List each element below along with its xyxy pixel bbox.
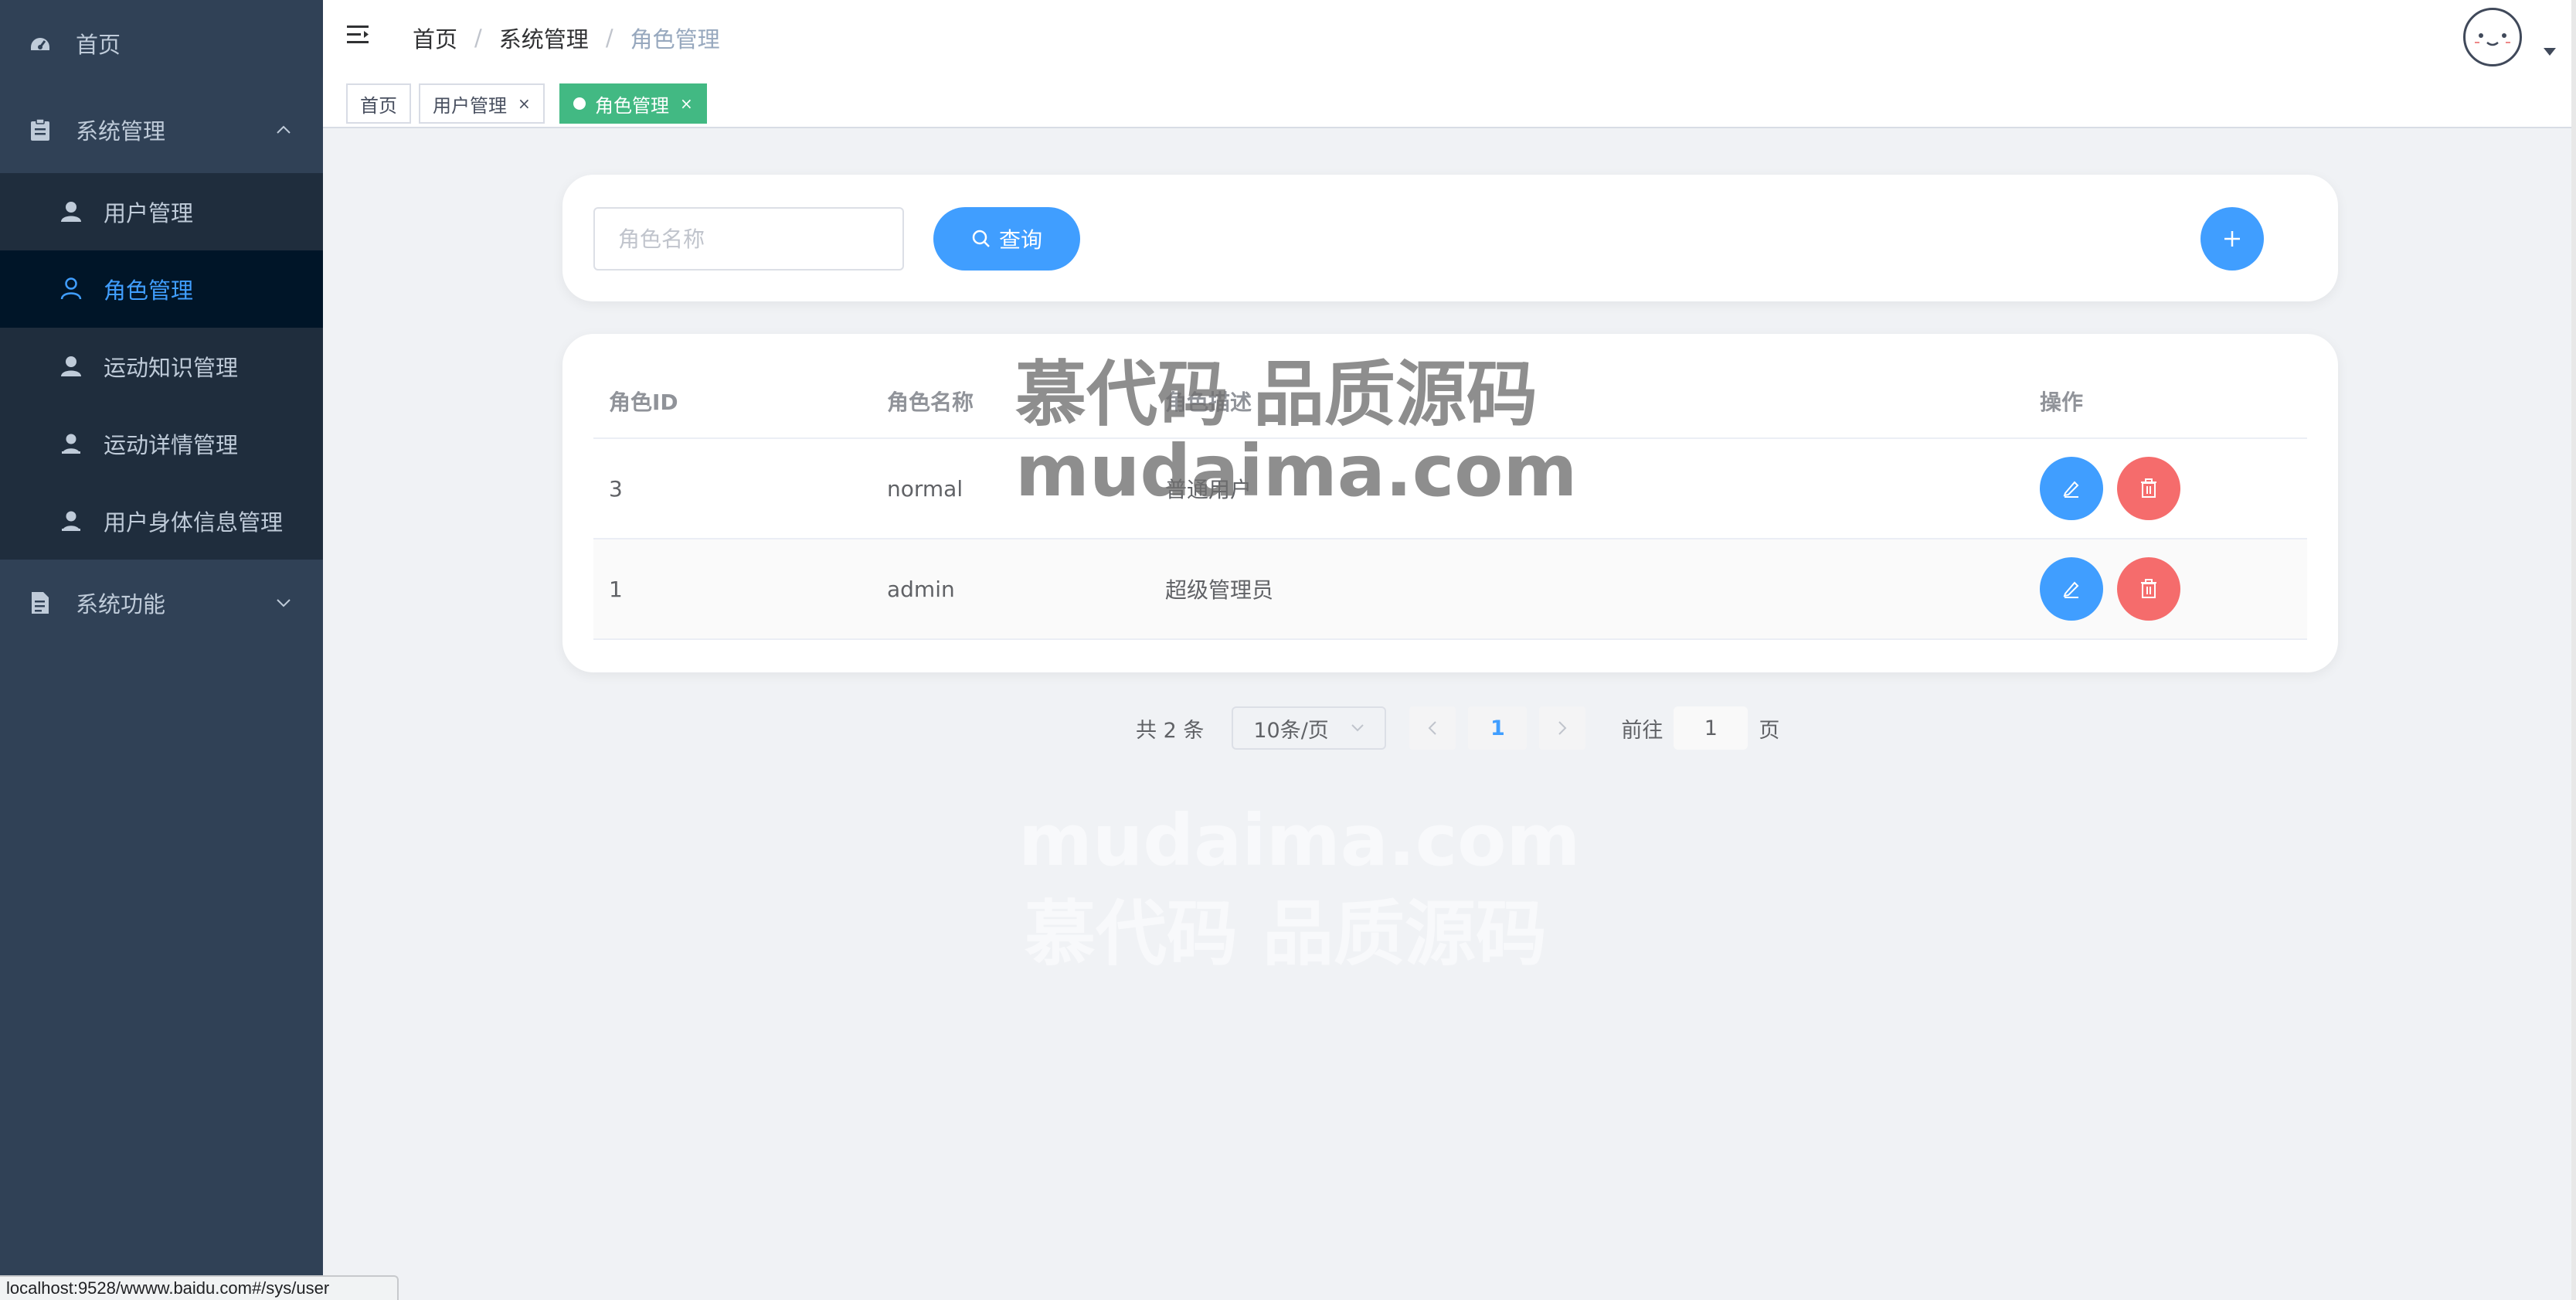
- active-dot-icon: [573, 97, 586, 110]
- sidebar-item-label: 用户管理: [104, 200, 194, 226]
- chevron-left-icon: [1428, 721, 1437, 735]
- breadcrumb-current: 角色管理: [630, 26, 720, 53]
- cell-actions: [2040, 439, 2194, 538]
- edit-button[interactable]: [2040, 457, 2103, 520]
- menu-label-system-management: 系统管理: [76, 118, 166, 145]
- status-bar-url: localhost:9528/wwww.baidu.com#/sys/user: [0, 1275, 399, 1300]
- query-button[interactable]: 查询: [933, 207, 1080, 271]
- close-icon[interactable]: ×: [680, 94, 693, 113]
- search-card: 查询: [562, 175, 2338, 301]
- cell-actions: [2040, 539, 2194, 638]
- menu-label-home: 首页: [76, 32, 121, 58]
- edit-button[interactable]: [2040, 557, 2103, 621]
- chevron-down-icon: [1351, 724, 1364, 732]
- avatar[interactable]: [2463, 8, 2522, 66]
- menu-item-system-functions[interactable]: 系统功能: [0, 560, 323, 646]
- user-tie-icon: [59, 509, 83, 533]
- page-goto: 前往 页: [1621, 706, 1779, 750]
- watermark-faint-cn: 慕代码 品质源码: [1025, 893, 1548, 975]
- hamburger-icon[interactable]: [346, 22, 377, 53]
- menu-item-home[interactable]: 首页: [0, 0, 323, 87]
- cell-role-desc: 超级管理员: [1165, 577, 1274, 603]
- cell-role-id: 3: [609, 475, 623, 502]
- close-icon[interactable]: ×: [518, 94, 531, 113]
- next-page-button[interactable]: [1539, 706, 1586, 750]
- table-row: 1 admin 超级管理员: [593, 539, 2307, 640]
- menu-item-system-management[interactable]: 系统管理: [0, 87, 323, 173]
- tag-home[interactable]: 首页: [346, 83, 411, 124]
- document-icon: [28, 590, 53, 615]
- pagination-total: 共 2 条: [1136, 718, 1205, 743]
- menu-label-system-functions: 系统功能: [76, 591, 166, 618]
- sidebar-item-exercise-knowledge[interactable]: 运动知识管理: [0, 328, 323, 405]
- prev-page-button[interactable]: [1409, 706, 1456, 750]
- user-icon: [59, 354, 83, 379]
- tag-role-management[interactable]: 角色管理 ×: [559, 83, 707, 124]
- clipboard-icon: [28, 117, 53, 142]
- tag-user-management[interactable]: 用户管理 ×: [419, 83, 545, 124]
- query-label: 查询: [998, 227, 1042, 253]
- edit-icon: [2063, 581, 2079, 598]
- breadcrumb-home[interactable]: 首页: [413, 22, 457, 54]
- sidebar: 首页 系统管理 用户管理 角色管理 运动知识管理 运动详情管理 用户身体信息管理…: [0, 0, 323, 1300]
- chevron-up-icon: [275, 121, 292, 138]
- sidebar-item-label: 角色管理: [104, 277, 194, 304]
- breadcrumb-system-management[interactable]: 系统管理: [499, 22, 589, 54]
- cell-role-id: 1: [609, 576, 623, 602]
- delete-button[interactable]: [2117, 557, 2180, 621]
- sidebar-item-label: 用户身体信息管理: [104, 509, 284, 536]
- table-header: 角色ID 角色名称 角色描述 操作: [593, 365, 2307, 439]
- sidebar-item-label: 运动详情管理: [104, 432, 239, 458]
- chevron-down-icon: [275, 594, 292, 611]
- role-name-input[interactable]: [593, 207, 904, 271]
- table-row: 3 normal 普通用户: [593, 439, 2307, 539]
- delete-button[interactable]: [2117, 457, 2180, 520]
- page-number-current[interactable]: 1: [1468, 706, 1528, 750]
- goto-suffix: 页: [1759, 718, 1780, 743]
- navbar: 首页 / 系统管理 / 角色管理: [323, 0, 2576, 76]
- breadcrumb: 首页 / 系统管理 / 角色管理: [413, 22, 720, 54]
- cell-role-name: normal: [887, 475, 963, 502]
- scrollbar[interactable]: [2571, 0, 2576, 1300]
- goto-label: 前往: [1621, 718, 1664, 743]
- cell-role-name: admin: [887, 576, 955, 602]
- page-size-select[interactable]: 10条/页: [1232, 706, 1387, 750]
- goto-page-input[interactable]: [1674, 706, 1748, 750]
- pagination: 共 2 条 10条/页 1 前往 页: [1136, 706, 1779, 750]
- sidebar-item-exercise-details[interactable]: 运动详情管理: [0, 405, 323, 482]
- header-role-desc: 角色描述: [1165, 390, 1252, 415]
- role-table: 角色ID 角色名称 角色描述 操作 3 normal 普通用户 1 admin …: [593, 365, 2307, 640]
- search-icon: [971, 229, 991, 249]
- user-icon: [59, 199, 83, 224]
- cell-role-desc: 普通用户: [1165, 477, 1252, 502]
- add-role-button[interactable]: [2200, 207, 2264, 271]
- watermark-faint-en: mudaima.com: [1018, 799, 1581, 882]
- edit-icon: [2063, 481, 2079, 498]
- sidebar-item-label: 运动知识管理: [104, 355, 239, 381]
- dashboard-icon: [28, 31, 53, 56]
- tags-view: 首页 用户管理 × 角色管理 ×: [323, 76, 2576, 128]
- table-card: 角色ID 角色名称 角色描述 操作 3 normal 普通用户 1 admin …: [562, 334, 2338, 672]
- trash-icon: [2141, 478, 2156, 498]
- sidebar-item-user-management[interactable]: 用户管理: [0, 173, 323, 250]
- trash-icon: [2141, 579, 2156, 598]
- main-area: 首页 / 系统管理 / 角色管理 首页 用户管理 × 角色管理 × 角色名称 查…: [323, 0, 2576, 1300]
- user-outline-icon: [59, 277, 83, 301]
- sidebar-item-role-management[interactable]: 角色管理: [0, 250, 323, 328]
- plus-icon: [2224, 231, 2240, 247]
- header-role-name: 角色名称: [887, 390, 974, 415]
- header-role-id: 角色ID: [609, 390, 678, 415]
- header-actions: 操作: [2040, 390, 2084, 415]
- user-tie-icon: [59, 431, 83, 456]
- caret-down-icon[interactable]: [2544, 48, 2556, 56]
- sidebar-item-body-info[interactable]: 用户身体信息管理: [0, 482, 323, 560]
- chevron-right-icon: [1558, 721, 1567, 735]
